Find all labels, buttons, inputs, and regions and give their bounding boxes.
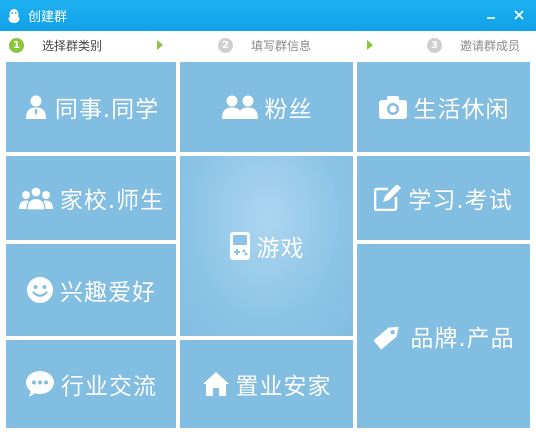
group-icon [18,186,54,210]
title-bar: 创建群 [0,0,536,31]
step-number: 3 [427,37,442,53]
close-icon [514,10,524,20]
category-exam[interactable]: 学习.考试 [357,156,530,240]
category-label: 置业安家 [235,374,332,400]
step-label: 选择群类别 [42,38,103,53]
category-fans[interactable]: 粉丝 [180,62,353,152]
category-label: 学习.考试 [408,188,513,214]
smile-icon [26,276,54,304]
category-grid: 同事.同学 粉丝 生活休闲 家校.师生 游戏 学习.考试 兴趣爱好 品牌.产品 … [0,59,536,435]
step-arrow-icon [157,40,163,50]
minimize-icon [487,17,495,19]
category-colleague[interactable]: 同事.同学 [6,62,176,152]
step-label: 填写群信息 [251,38,312,53]
category-game[interactable]: 游戏 [180,156,353,336]
camera-icon [378,94,408,120]
step-number: 2 [218,37,233,53]
category-label: 游戏 [256,236,305,262]
category-brand[interactable]: 品牌.产品 [357,244,530,428]
step-arrow-icon [367,40,373,50]
person-icon [23,94,49,120]
home-icon [202,371,230,397]
category-label: 兴趣爱好 [60,280,156,306]
category-industry[interactable]: 行业交流 [6,340,176,428]
window-title: 创建群 [28,10,68,25]
category-school[interactable]: 家校.师生 [6,156,176,240]
category-realestate[interactable]: 置业安家 [180,340,353,428]
category-label: 同事.同学 [54,97,160,123]
category-label: 品牌.产品 [410,326,515,352]
step-indicator: 1 选择群类别 2 填写群信息 3 邀请群成员 [0,31,536,59]
chat-icon [25,370,55,398]
people-icon [221,94,259,120]
category-label: 生活休闲 [413,97,510,123]
tag-icon [372,321,404,351]
close-button[interactable] [510,6,528,24]
step-number: 1 [9,37,24,53]
step-2: 2 填写群信息 [218,31,311,59]
qq-penguin-icon [6,8,22,24]
category-hobby[interactable]: 兴趣爱好 [6,244,176,336]
category-label: 家校.师生 [59,188,165,214]
step-label: 邀请群成员 [460,38,521,53]
category-label: 行业交流 [61,374,157,400]
step-1: 1 选择群类别 [9,31,102,59]
minimize-button[interactable] [482,6,500,24]
category-label: 粉丝 [264,97,313,123]
category-leisure[interactable]: 生活休闲 [357,62,530,152]
gamepad-icon [229,231,251,261]
step-3: 3 邀请群成员 [427,31,520,59]
edit-icon [374,185,402,211]
